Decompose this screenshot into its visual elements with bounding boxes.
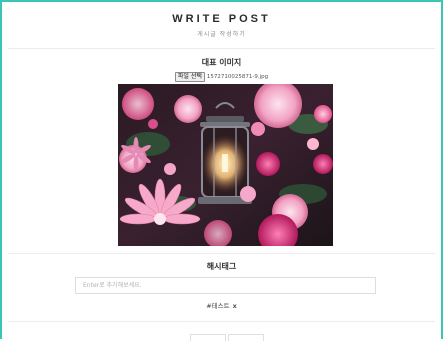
file-name: 1572710025871-9.jpg — [206, 74, 269, 80]
hashtag-text: #테스트 — [206, 302, 230, 310]
submit-button[interactable] — [228, 334, 264, 341]
preview-image — [118, 84, 333, 246]
remove-tag-button[interactable]: x — [233, 302, 237, 310]
hashtag-input[interactable]: Enter로 추가해보세요. — [75, 277, 376, 294]
hashtag-chip: #테스트 x — [0, 300, 443, 310]
file-select-button[interactable]: 파일 선택 — [174, 72, 205, 82]
cancel-button[interactable] — [190, 334, 226, 341]
file-input-row: 파일 선택 1572710025871-9.jpg — [0, 72, 443, 82]
page-title: WRITE POST — [172, 13, 271, 25]
hashtag-section-label: 해시태그 — [206, 262, 237, 271]
divider — [8, 48, 435, 49]
divider — [8, 321, 435, 322]
image-section-label: 대표 이미지 — [201, 58, 242, 67]
page-subtitle: 게시글 작성하기 — [197, 31, 246, 38]
bottom-buttons — [0, 334, 443, 341]
divider — [8, 253, 435, 254]
